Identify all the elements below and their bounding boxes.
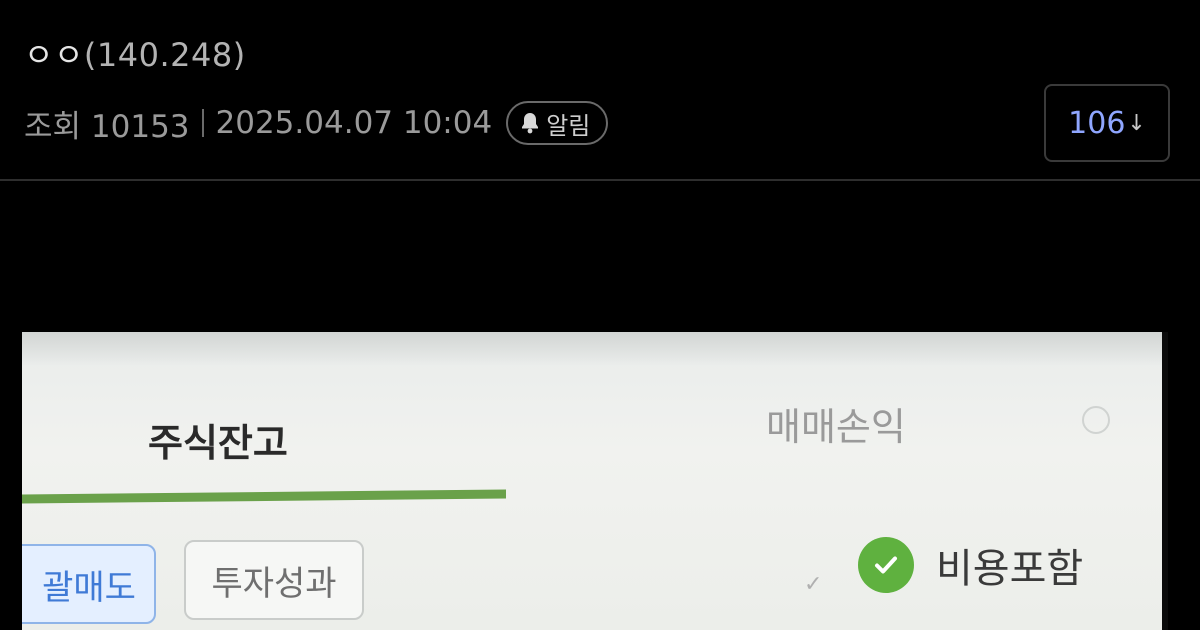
post-image: 주식잔고 매매손익 괄매도 투자성과 ✓ 비용포함 [22, 332, 1168, 630]
tab-stock-balance[interactable]: 주식잔고 [148, 412, 288, 467]
tab-trade-profit[interactable]: 매매손익 [766, 396, 906, 451]
author-name[interactable]: ㅇㅇ [24, 36, 84, 74]
author-ip: (140.248) [83, 36, 246, 74]
meta-divider [201, 109, 204, 137]
alarm-button[interactable]: 알림 [506, 101, 609, 145]
include-cost-checkbox[interactable]: 비용포함 [858, 536, 1083, 594]
view-count: 조회 10153 [24, 108, 190, 145]
radio-circle-icon [1082, 406, 1110, 434]
post-header: ㅇㅇ(140.248) 조회 10153 2025.04.07 10:04 알림… [0, 0, 1200, 180]
arrow-down-icon: ↓ [1127, 110, 1146, 136]
check-circle-icon [858, 537, 914, 593]
header-divider [0, 179, 1200, 181]
photo-right-edge [1162, 332, 1168, 630]
chip-bulk-sell[interactable]: 괄매도 [22, 544, 156, 624]
chip-investment-performance[interactable]: 투자성과 [184, 540, 364, 620]
include-cost-label: 비용포함 [936, 546, 1084, 592]
alarm-label: 알림 [546, 111, 591, 140]
comment-count: 106 [1068, 105, 1126, 141]
active-tab-underline [22, 489, 506, 504]
comment-count-button[interactable]: 106 ↓ [1044, 84, 1170, 162]
post-meta: 조회 10153 2025.04.07 10:04 알림 [24, 100, 609, 146]
tick-mark-icon: ✓ [804, 572, 823, 597]
photo-top-shadow [22, 332, 1168, 366]
bell-icon [522, 113, 539, 134]
post-datetime: 2025.04.07 10:04 [215, 105, 493, 141]
author-line: ㅇㅇ(140.248) [24, 30, 246, 76]
